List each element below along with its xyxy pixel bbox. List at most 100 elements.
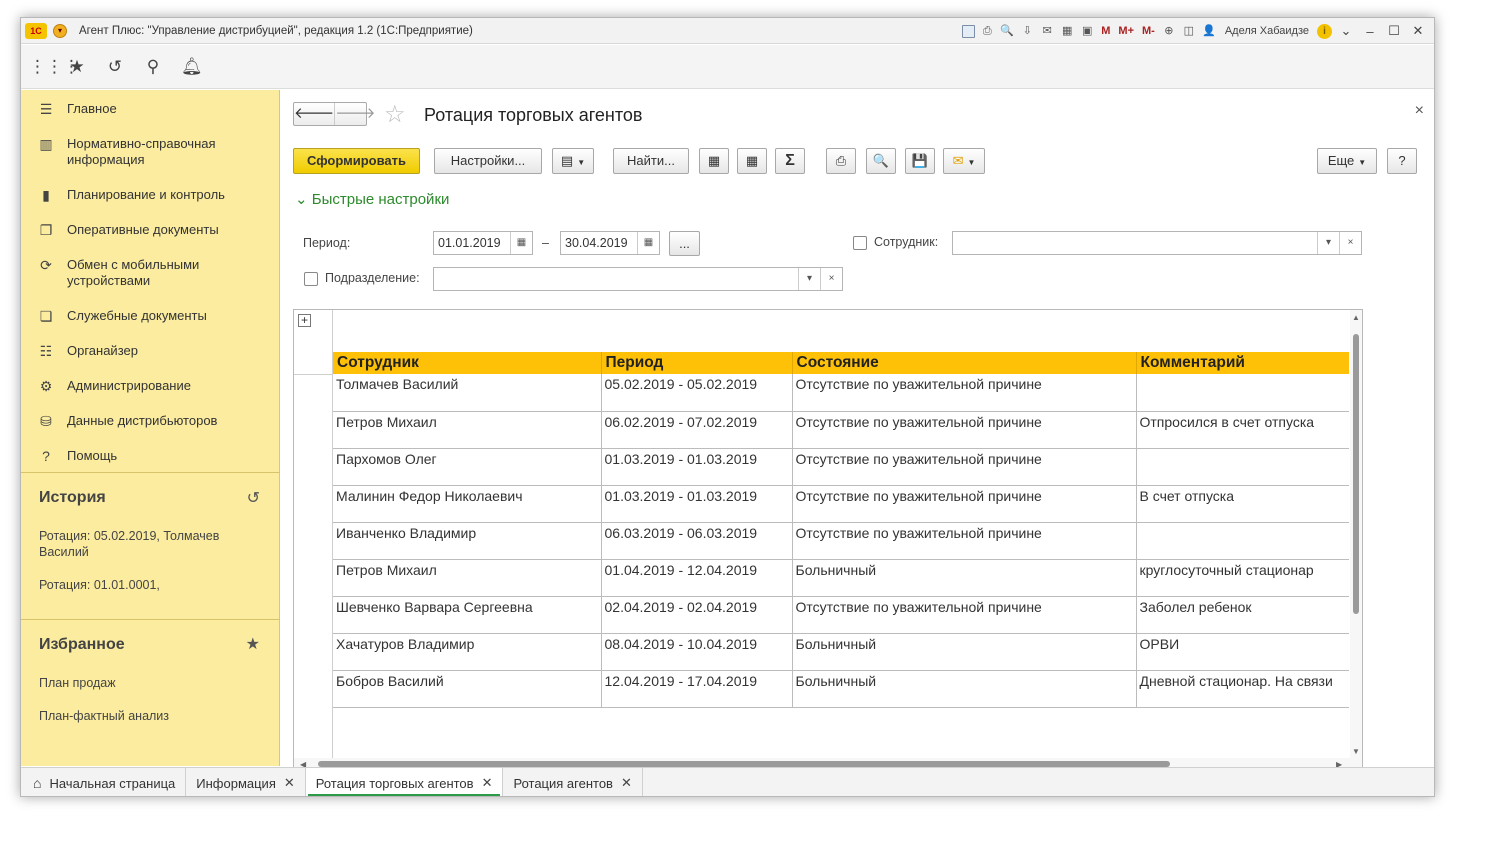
table-cell[interactable]: Петров Михаил [333, 559, 602, 597]
sum-button[interactable]: Σ [775, 148, 805, 174]
load-icon[interactable]: ⇩ [1019, 24, 1035, 38]
table-cell[interactable]: Дневной стационар. На связи [1136, 670, 1349, 708]
table-cell[interactable]: круглосуточный стационар [1136, 559, 1349, 597]
table-row[interactable]: Пархомов Олег 01.03.2019 - 01.03.2019 Отсу… [333, 448, 1349, 486]
table-cell[interactable]: Отсутствие по уважительной причине [792, 485, 1137, 523]
table-cell[interactable]: Отсутствие по уважительной причине [792, 448, 1137, 486]
send-mail-button[interactable]: ✉ ▼ [943, 148, 985, 174]
zoom-icon[interactable]: ⊕ [1161, 24, 1177, 38]
close-tab-icon[interactable]: ✕ [284, 775, 295, 791]
favorites-star-icon[interactable]: ★ [67, 57, 87, 77]
table-cell[interactable] [1136, 522, 1349, 560]
history-icon[interactable]: ↺ [247, 488, 260, 508]
history-icon[interactable]: ↺ [105, 57, 125, 77]
expand-plus-icon[interactable]: + [298, 314, 311, 327]
sidebar-item-reference[interactable]: ▥ Нормативно-справочная информация [21, 136, 280, 168]
panel-icon[interactable]: ◫ [1181, 24, 1197, 38]
table-cell[interactable]: Петров Михаил [333, 411, 602, 449]
collapse-groups-button[interactable]: ▦ [737, 148, 767, 174]
table-cell[interactable]: 01.03.2019 - 01.03.2019 [601, 448, 793, 486]
generate-button[interactable]: Сформировать [293, 148, 420, 174]
table-cell[interactable]: 01.04.2019 - 12.04.2019 [601, 559, 793, 597]
history-link[interactable]: Ротация: 05.02.2019, Толмачев Василий [39, 528, 249, 560]
table-cell[interactable]: Отсутствие по уважительной причине [792, 374, 1137, 412]
table-row[interactable]: Петров Михаил 01.04.2019 - 12.04.2019 Боль… [333, 559, 1349, 597]
report-spreadsheet[interactable]: + Сотрудник Период Состояние Комментарий… [293, 309, 1363, 771]
clear-icon[interactable]: × [1339, 232, 1361, 254]
table-cell[interactable]: Отсутствие по уважительной причине [792, 411, 1137, 449]
table-cell[interactable]: Иванченко Владимир [333, 522, 602, 560]
tab-agent-rotation-report[interactable]: Ротация торговых агентов ✕ [305, 768, 504, 796]
bell-icon[interactable]: 🔔︎ [181, 57, 203, 77]
search-icon[interactable]: ⚲ [143, 57, 163, 77]
memory-plus-button[interactable]: M+ [1116, 24, 1136, 38]
vertical-scrollbar[interactable]: ▲ ▼ [1350, 310, 1362, 770]
sidebar-item-planning[interactable]: ▮ Планирование и контроль [21, 187, 280, 203]
table-cell[interactable]: Отпросился в счет отпуска [1136, 411, 1349, 449]
tab-agent-rotation[interactable]: Ротация агентов ✕ [503, 768, 643, 796]
history-link[interactable]: Ротация: 01.01.0001, [39, 577, 249, 593]
table-cell[interactable]: Пархомов Олег [333, 448, 602, 486]
table-cell[interactable] [1136, 374, 1349, 412]
tab-information[interactable]: Информация ✕ [186, 768, 306, 796]
table-cell[interactable]: Шевченко Варвара Сергеевна [333, 596, 602, 634]
info-icon[interactable]: i [1317, 23, 1332, 39]
print-icon[interactable]: ⎙ [979, 24, 995, 38]
find-button[interactable]: Найти... [613, 148, 689, 174]
close-tab-icon[interactable]: ✕ [482, 775, 493, 791]
table-cell[interactable]: 02.04.2019 - 02.04.2019 [601, 596, 793, 634]
clear-icon[interactable]: × [820, 268, 842, 290]
save-icon[interactable] [962, 24, 976, 38]
table-cell[interactable]: Больничный [792, 670, 1137, 708]
star-icon[interactable]: ★ [246, 634, 260, 654]
table-cell[interactable]: Заболел ребенок [1136, 596, 1349, 634]
tab-home[interactable]: ⌂ Начальная страница [21, 768, 187, 796]
table-row[interactable]: Хачатуров Владимир 08.04.2019 - 10.04.201… [333, 633, 1349, 671]
table-cell[interactable]: Бобров Василий [333, 670, 602, 708]
table-row[interactable]: Малинин Федор Николаевич 01.03.2019 - 01.… [333, 485, 1349, 523]
calculator-icon[interactable]: ▦ [1059, 24, 1075, 38]
department-field[interactable]: ▾ × [433, 267, 843, 291]
table-cell[interactable]: Отсутствие по уважительной причине [792, 596, 1137, 634]
table-cell[interactable]: ОРВИ [1136, 633, 1349, 671]
employee-field[interactable]: ▾ × [952, 231, 1362, 255]
table-cell[interactable]: Хачатуров Владимир [333, 633, 602, 671]
department-checkbox[interactable] [304, 272, 318, 286]
table-cell[interactable]: 06.02.2019 - 07.02.2019 [601, 411, 793, 449]
dropdown-icon[interactable]: ▾ [1317, 232, 1339, 254]
sidebar-item-main[interactable]: ☰ Главное [21, 101, 280, 117]
table-row[interactable]: Иванченко Владимир 06.03.2019 - 06.03.201… [333, 522, 1349, 560]
save-button[interactable]: 💾 [905, 148, 935, 174]
sidebar-item-mobile-exchange[interactable]: ⟳ Обмен с мобильными устройствами [21, 257, 280, 289]
memory-minus-button[interactable]: M- [1140, 24, 1157, 38]
memory-m-button[interactable]: M [1099, 24, 1112, 38]
all-sections-icon[interactable]: ⋮⋮⋮ [29, 57, 80, 77]
table-row[interactable]: Шевченко Варвара Сергеевна 02.04.2019 - 0… [333, 596, 1349, 634]
table-cell[interactable]: Больничный [792, 559, 1137, 597]
sidebar-item-operational-docs[interactable]: ❐ Оперативные документы [21, 222, 280, 238]
favorites-link[interactable]: План продаж [39, 675, 249, 691]
table-cell[interactable]: Отсутствие по уважительной причине [792, 522, 1137, 560]
forward-arrow-icon[interactable]: 🡒 [334, 103, 375, 125]
table-cell[interactable]: 08.04.2019 - 10.04.2019 [601, 633, 793, 671]
calendar-icon[interactable]: ▣ [1079, 24, 1095, 38]
close-form-icon[interactable]: × [1415, 102, 1424, 120]
preview-button[interactable]: 🔍 [866, 148, 896, 174]
table-row[interactable]: Петров Михаил 06.02.2019 - 07.02.2019 Отсу… [333, 411, 1349, 449]
sidebar-item-organizer[interactable]: ☷ Органайзер [21, 343, 280, 359]
table-row[interactable]: Толмачев Василий 05.02.2019 - 05.02.2019 О… [333, 374, 1349, 412]
settings-button[interactable]: Настройки... [434, 148, 542, 174]
back-arrow-icon[interactable]: 🡐 [294, 103, 334, 125]
table-cell[interactable] [1136, 448, 1349, 486]
variants-button[interactable]: ▤ ▼ [552, 148, 594, 174]
expand-groups-button[interactable]: ▦ [699, 148, 729, 174]
quick-settings-toggle[interactable]: ⌄ Быстрые настройки [295, 190, 449, 208]
table-cell[interactable]: Больничный [792, 633, 1137, 671]
minimize-icon[interactable]: – [1360, 24, 1380, 39]
sidebar-item-administration[interactable]: ⚙ Администрирование [21, 378, 280, 394]
mail-icon[interactable]: ✉ [1039, 24, 1055, 38]
add-favorite-star-icon[interactable]: ☆ [384, 100, 406, 129]
main-menu-icon[interactable]: ▾ [53, 23, 67, 38]
dropdown-icon[interactable]: ▾ [798, 268, 820, 290]
scroll-down-icon[interactable]: ▼ [1352, 747, 1360, 756]
